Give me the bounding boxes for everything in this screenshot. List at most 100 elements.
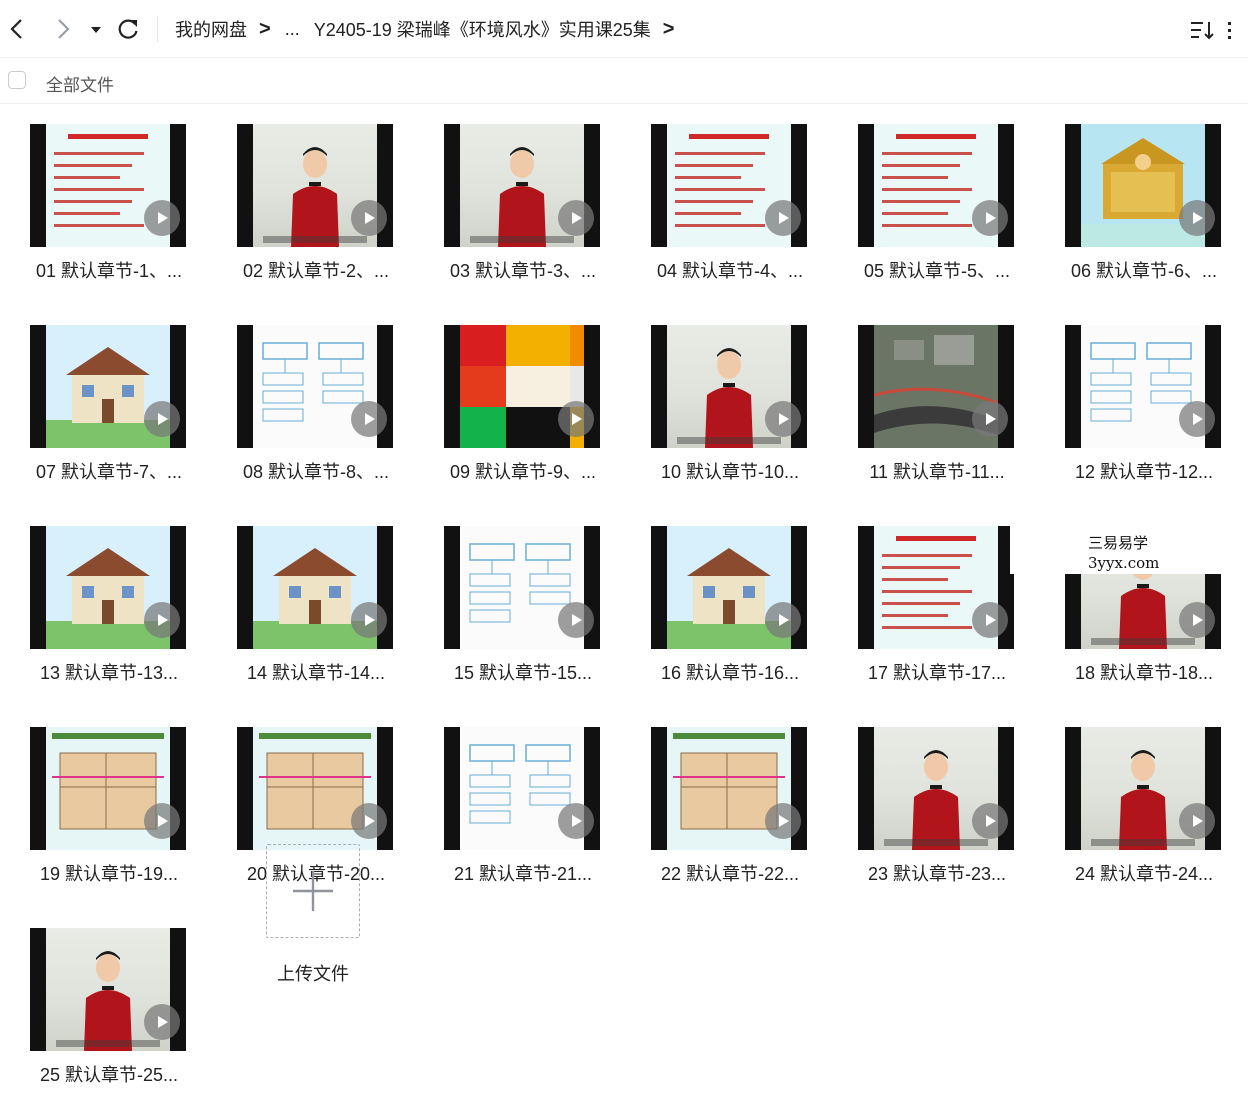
play-icon — [972, 401, 1008, 437]
file-tile[interactable]: 06 默认章节-6、... — [1042, 104, 1222, 281]
video-thumbnail[interactable] — [237, 124, 393, 247]
file-tile[interactable]: 09 默认章节-9、... — [421, 305, 601, 482]
video-thumbnail[interactable] — [30, 124, 186, 247]
file-tile[interactable]: 07 默认章节-7、... — [7, 305, 187, 482]
file-name-label: 13 默认章节-13... — [39, 663, 179, 683]
upload-file-button[interactable]: 上传文件 — [206, 828, 386, 998]
file-tile[interactable]: 08 默认章节-8、... — [214, 305, 394, 482]
play-icon — [1179, 401, 1215, 437]
video-thumbnail[interactable] — [651, 124, 807, 247]
refresh-icon — [118, 19, 138, 39]
sort-list-icon — [1191, 22, 1214, 40]
video-thumbnail[interactable] — [30, 727, 186, 850]
file-tile[interactable]: 25 默认章节-25... — [7, 908, 187, 1085]
select-all-checkbox[interactable] — [8, 71, 26, 89]
breadcrumb-ellipsis[interactable]: ... — [285, 19, 300, 40]
file-tile[interactable]: 01 默认章节-1、... — [7, 104, 187, 281]
file-tile[interactable]: 22 默认章节-22... — [628, 707, 808, 884]
play-icon — [1179, 200, 1215, 236]
video-thumbnail[interactable] — [651, 727, 807, 850]
video-thumbnail[interactable] — [237, 325, 393, 448]
history-dropdown-button[interactable] — [84, 14, 108, 44]
play-icon — [558, 602, 594, 638]
video-thumbnail[interactable] — [858, 727, 1014, 850]
file-name-label: 22 默认章节-22... — [660, 864, 800, 884]
video-thumbnail[interactable] — [1065, 727, 1221, 850]
file-tile[interactable]: 19 默认章节-19... — [7, 707, 187, 884]
play-icon — [972, 803, 1008, 839]
video-thumbnail[interactable] — [444, 727, 600, 850]
video-thumbnail[interactable] — [444, 124, 600, 247]
play-icon — [765, 602, 801, 638]
file-tile[interactable]: 05 默认章节-5、... — [835, 104, 1015, 281]
all-files-label: 全部文件 — [46, 76, 114, 95]
play-icon — [144, 200, 180, 236]
play-icon — [351, 200, 387, 236]
breadcrumb-separator: > — [259, 17, 271, 40]
upload-dropzone[interactable] — [266, 844, 360, 938]
video-thumbnail[interactable] — [858, 124, 1014, 247]
play-icon — [765, 803, 801, 839]
breadcrumb-root[interactable]: 我的网盘 — [175, 16, 247, 42]
play-icon — [351, 602, 387, 638]
list-view-icon — [1228, 22, 1231, 39]
view-mode-button[interactable] — [1228, 16, 1248, 44]
file-name-label: 19 默认章节-19... — [39, 864, 179, 884]
video-thumbnail[interactable] — [237, 526, 393, 649]
file-name-label: 09 默认章节-9、... — [449, 462, 597, 482]
play-icon — [558, 200, 594, 236]
file-name-label: 25 默认章节-25... — [39, 1065, 179, 1085]
back-button[interactable] — [2, 14, 32, 44]
video-thumbnail[interactable] — [1065, 325, 1221, 448]
file-name-label: 24 默认章节-24... — [1074, 864, 1214, 884]
file-tile[interactable]: 10 默认章节-10... — [628, 305, 808, 482]
file-name-label: 01 默认章节-1、... — [35, 261, 183, 281]
caret-down-icon — [91, 27, 101, 33]
upload-label: 上传文件 — [277, 964, 349, 984]
file-tile[interactable]: 15 默认章节-15... — [421, 506, 601, 683]
play-icon — [351, 401, 387, 437]
watermark: 三易易学 3yyx.com — [1010, 526, 1246, 574]
file-tile[interactable]: 21 默认章节-21... — [421, 707, 601, 884]
breadcrumb-current[interactable]: Y2405-19 梁瑞峰《环境风水》实用课25集 — [314, 16, 651, 42]
video-thumbnail[interactable] — [444, 325, 600, 448]
file-tile[interactable]: 14 默认章节-14... — [214, 506, 394, 683]
video-thumbnail[interactable] — [858, 325, 1014, 448]
play-icon — [558, 401, 594, 437]
play-icon — [144, 1004, 180, 1040]
file-grid: 01 默认章节-1、... 02 默认章节-2、... 03 默认章节-3、... 0… — [0, 104, 1248, 1102]
file-name-label: 10 默认章节-10... — [660, 462, 800, 482]
breadcrumb: 我的网盘 > ... Y2405-19 梁瑞峰《环境风水》实用课25集 > — [175, 16, 688, 42]
refresh-button[interactable] — [113, 14, 143, 44]
file-tile[interactable]: 03 默认章节-3、... — [421, 104, 601, 281]
video-thumbnail[interactable] — [30, 526, 186, 649]
video-thumbnail[interactable] — [651, 526, 807, 649]
file-tile[interactable]: 02 默认章节-2、... — [214, 104, 394, 281]
forward-button[interactable] — [48, 14, 78, 44]
file-tile[interactable]: 23 默认章节-23... — [835, 707, 1015, 884]
file-name-label: 02 默认章节-2、... — [242, 261, 390, 281]
play-icon — [972, 602, 1008, 638]
video-thumbnail[interactable] — [651, 325, 807, 448]
play-icon — [972, 200, 1008, 236]
video-thumbnail[interactable] — [30, 325, 186, 448]
file-tile[interactable]: 04 默认章节-4、... — [628, 104, 808, 281]
video-thumbnail[interactable] — [444, 526, 600, 649]
file-tile[interactable]: 16 默认章节-16... — [628, 506, 808, 683]
sort-button[interactable] — [1188, 16, 1216, 44]
file-name-label: 18 默认章节-18... — [1074, 663, 1214, 683]
file-tile[interactable]: 11 默认章节-11... — [835, 305, 1015, 482]
chevron-left-icon — [10, 19, 22, 39]
view-controls — [1184, 16, 1248, 44]
file-tile[interactable]: 13 默认章节-13... — [7, 506, 187, 683]
file-name-label: 16 默认章节-16... — [660, 663, 800, 683]
file-tile[interactable]: 17 默认章节-17... — [835, 506, 1015, 683]
video-thumbnail[interactable] — [30, 928, 186, 1051]
video-thumbnail[interactable] — [1065, 124, 1221, 247]
play-icon — [558, 803, 594, 839]
file-tile[interactable]: 12 默认章节-12... — [1042, 305, 1222, 482]
file-tile[interactable]: 24 默认章节-24... — [1042, 707, 1222, 884]
video-thumbnail[interactable] — [858, 526, 1014, 649]
chevron-right-icon — [58, 19, 70, 39]
file-name-label: 05 默认章节-5、... — [863, 261, 1011, 281]
